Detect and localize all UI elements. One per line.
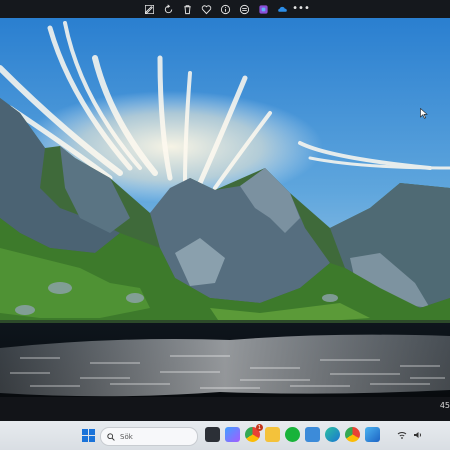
notepad-icon[interactable] [305, 427, 320, 442]
photos-icon[interactable] [365, 427, 380, 442]
chrome-profile-icon[interactable] [345, 427, 360, 442]
pinned-apps: 1 [205, 424, 380, 442]
volume-icon[interactable] [413, 430, 423, 440]
windows-start-icon[interactable] [82, 429, 95, 442]
designer-icon[interactable] [255, 2, 272, 17]
desktop-wallpaper [0, 18, 450, 403]
mouse-pointer-icon [420, 108, 428, 119]
favorite-icon[interactable] [198, 2, 215, 17]
search-label: Sök [120, 432, 133, 441]
chrome-icon[interactable]: 1 [245, 424, 263, 442]
search-icon [107, 432, 115, 441]
xbox-icon[interactable] [285, 427, 300, 442]
system-tray [397, 430, 423, 440]
rotate-icon[interactable] [160, 2, 177, 17]
wallpaper-image [0, 18, 450, 403]
monitor-bezel [0, 397, 450, 421]
copilot-icon[interactable] [225, 427, 240, 442]
notification-badge: 1 [256, 424, 263, 431]
info-icon[interactable] [217, 2, 234, 17]
onedrive-icon[interactable] [274, 2, 291, 17]
more-label: ••• [292, 3, 310, 14]
task-view-icon[interactable] [205, 427, 220, 442]
print-icon[interactable] [236, 2, 253, 17]
delete-icon[interactable] [179, 2, 196, 17]
file-explorer-icon[interactable] [265, 427, 280, 442]
taskbar-search-box[interactable]: Sök [100, 427, 198, 446]
more-icon[interactable]: ••• [292, 2, 310, 17]
wifi-icon[interactable] [397, 430, 407, 440]
clock-time: 45 [439, 401, 450, 410]
photo-viewer-toolbar: ••• [0, 0, 450, 18]
edge-icon[interactable] [325, 427, 340, 442]
edit-icon[interactable] [141, 2, 158, 17]
taskbar: Sök 1 [0, 421, 450, 450]
